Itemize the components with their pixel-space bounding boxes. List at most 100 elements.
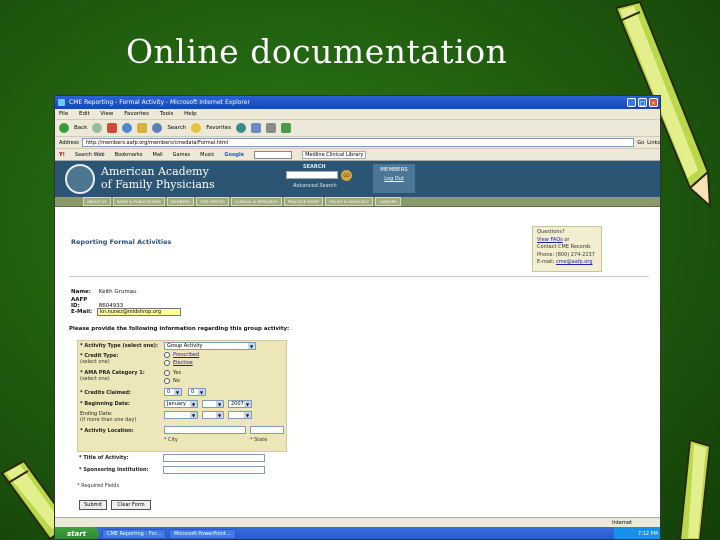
- home-icon[interactable]: [137, 123, 148, 133]
- credit-prescribed-radio[interactable]: [164, 352, 170, 358]
- browser-window: CME Reporting - Formal Activity - Micros…: [54, 95, 661, 540]
- nav-careers[interactable]: CAREERS: [375, 197, 401, 206]
- sponsoring-institution-input[interactable]: [163, 466, 265, 474]
- minimize-icon[interactable]: _: [627, 98, 636, 107]
- forward-icon[interactable]: [92, 123, 103, 133]
- ama-no-label[interactable]: No: [173, 378, 180, 384]
- credits-whole-select[interactable]: 0 ▼: [164, 388, 182, 396]
- medline-link[interactable]: Medline Clinical Library: [302, 150, 367, 159]
- games-link[interactable]: Games: [173, 152, 191, 158]
- nav-policy-advocacy[interactable]: POLICY & ADVOCACY: [325, 197, 374, 206]
- email-field[interactable]: kn.nunez@midshrop.org: [97, 308, 181, 316]
- members-panel: MEMBERS Log Out: [373, 164, 415, 193]
- page-title: Reporting Formal Activities: [71, 238, 172, 246]
- questions-box: Questions? View FAQs or Contact CME Reco…: [532, 226, 602, 272]
- menu-tools[interactable]: Tools: [160, 111, 174, 117]
- close-icon[interactable]: ×: [649, 98, 658, 107]
- state-label: * State: [250, 437, 268, 443]
- credit-prescribed-label[interactable]: Prescribed: [173, 352, 199, 358]
- search-button-label[interactable]: Search: [167, 125, 186, 131]
- print-icon[interactable]: [266, 123, 277, 133]
- go-button[interactable]: Go: [637, 140, 644, 146]
- google-label: Google: [224, 151, 245, 158]
- search-icon[interactable]: [152, 123, 163, 133]
- window-titlebar[interactable]: CME Reporting - Formal Activity - Micros…: [55, 96, 660, 109]
- nav-practice-mgmt[interactable]: PRACTICE MGMT: [283, 197, 324, 206]
- title-of-activity-label: * Title of Activity:: [79, 455, 129, 461]
- begin-year-value: 2007: [231, 401, 244, 407]
- favorites-icon[interactable]: [191, 123, 202, 133]
- name-row: Name: Keith Grumau: [71, 289, 137, 295]
- contact-text: Contact CME Records: [537, 244, 591, 250]
- credit-elective-label[interactable]: Elective: [173, 360, 193, 366]
- begin-day-select[interactable]: ▼: [202, 400, 224, 408]
- nav-clinical-research[interactable]: CLINICAL & RESEARCH: [230, 197, 282, 206]
- advanced-search-link[interactable]: Advanced Search: [293, 183, 337, 189]
- refresh-icon[interactable]: [122, 123, 133, 133]
- links-toolbar: Y! Search Web Bookmarks Mail Games Music…: [55, 149, 660, 161]
- menu-file[interactable]: File: [59, 111, 68, 117]
- cme-email-link[interactable]: cme@aafp.org: [556, 259, 593, 265]
- address-input[interactable]: http://members.aafp.org/members/cmedata/…: [81, 138, 635, 147]
- begin-year-select[interactable]: 2007 ▼: [228, 400, 252, 408]
- yahoo-icon[interactable]: Y!: [59, 152, 65, 158]
- nav-news-publications[interactable]: NEWS & PUBLICATIONS: [112, 197, 165, 206]
- activity-type-value: Group Activity: [167, 343, 203, 349]
- credit-elective-radio[interactable]: [164, 360, 170, 366]
- aafp-seal-logo: [65, 164, 95, 194]
- chevron-down-icon: ▼: [174, 389, 181, 395]
- back-icon[interactable]: [59, 123, 69, 133]
- windows-taskbar: start CME Reporting - For... Microsoft P…: [55, 527, 660, 539]
- ama-yes-radio[interactable]: [164, 370, 170, 376]
- beginning-date-label: * Beginning Date:: [80, 401, 130, 407]
- mail-icon[interactable]: [251, 123, 262, 133]
- taskbar-item-powerpoint[interactable]: Microsoft PowerPoint...: [168, 529, 236, 539]
- credits-whole-value: 0: [167, 389, 171, 395]
- end-day-select[interactable]: ▼: [202, 411, 224, 419]
- address-label: Address: [59, 139, 79, 146]
- clear-form-button[interactable]: Clear Form: [111, 500, 151, 510]
- ama-yes-label[interactable]: Yes: [173, 370, 181, 376]
- google-search-input[interactable]: [254, 150, 293, 159]
- end-month-select[interactable]: ▼: [164, 411, 198, 419]
- site-search-label: SEARCH: [303, 164, 326, 170]
- taskbar-item-ie[interactable]: CME Reporting - For...: [102, 529, 166, 539]
- back-button-label[interactable]: Back: [74, 125, 87, 131]
- faq-link[interactable]: View FAQs: [537, 237, 563, 243]
- menu-help[interactable]: Help: [184, 111, 197, 117]
- submit-button[interactable]: Submit: [79, 500, 107, 510]
- favorites-button-label[interactable]: Favorites: [206, 125, 231, 131]
- begin-month-select[interactable]: January ▼: [164, 400, 198, 408]
- site-search-go-button[interactable]: GO: [341, 170, 352, 181]
- site-search-input[interactable]: [286, 171, 338, 179]
- menu-view[interactable]: View: [100, 111, 113, 117]
- phone-text: Phone: (800) 274-2237: [537, 251, 595, 258]
- status-bar: Internet: [55, 517, 660, 527]
- form-instructions: Please provide the following information…: [69, 326, 290, 332]
- start-button[interactable]: start: [55, 527, 99, 539]
- nav-about-us[interactable]: ABOUT US: [83, 197, 111, 206]
- menu-edit[interactable]: Edit: [79, 111, 90, 117]
- ama-no-radio[interactable]: [164, 378, 170, 384]
- activity-type-select[interactable]: Group Activity ▼: [164, 342, 256, 350]
- mail-link[interactable]: Mail: [153, 152, 163, 158]
- nav-cme-center[interactable]: CME CENTER: [195, 197, 229, 206]
- state-input[interactable]: [250, 426, 284, 434]
- end-year-select[interactable]: ▼: [228, 411, 252, 419]
- credits-fraction-select[interactable]: 0 ▼: [188, 388, 206, 396]
- begin-month-value: January: [167, 401, 186, 407]
- slide-title: Online documentation: [126, 32, 508, 71]
- menu-favorites[interactable]: Favorites: [124, 111, 149, 117]
- stop-icon[interactable]: [107, 123, 118, 133]
- history-icon[interactable]: [236, 123, 247, 133]
- title-of-activity-input[interactable]: [163, 454, 265, 462]
- links-label[interactable]: Links: [647, 140, 660, 146]
- edit-icon[interactable]: [281, 123, 292, 133]
- nav-members[interactable]: MEMBERS: [166, 197, 194, 206]
- maximize-icon[interactable]: □: [638, 98, 647, 107]
- bookmarks-link[interactable]: Bookmarks: [115, 152, 143, 158]
- search-web-link[interactable]: Search Web: [75, 152, 105, 158]
- logout-link[interactable]: Log Out: [373, 175, 415, 184]
- city-input[interactable]: [164, 426, 246, 434]
- music-link[interactable]: Music: [200, 152, 214, 158]
